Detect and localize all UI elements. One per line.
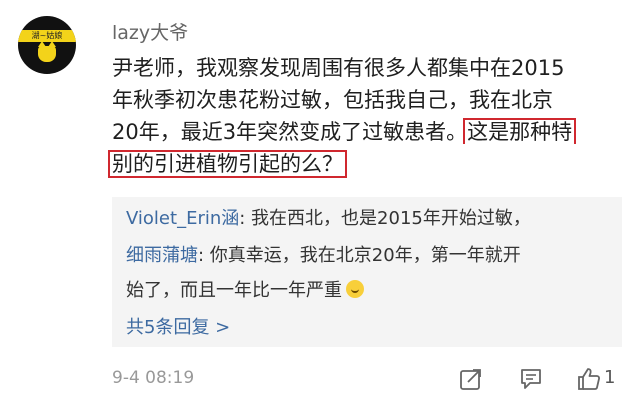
- thumbs-up-icon: [578, 368, 600, 390]
- reply-username[interactable]: Violet_Erin涵: [126, 208, 239, 229]
- comment-line: 尹老师，我观察发现周围有很多人都集中在2015: [112, 56, 565, 80]
- comment-line: 20年，最近3年突然变成了过敏患者。这是那种特: [112, 116, 622, 148]
- comment-button[interactable]: [518, 366, 544, 392]
- highlighted-text: 这是那种特: [463, 118, 577, 144]
- comment-line: 年秋季初次患花粉过敏，包括我自己，我在北京: [112, 88, 553, 112]
- highlighted-text: 别的引进植物引起的么？: [108, 150, 347, 178]
- like-button[interactable]: [576, 366, 602, 392]
- avatar[interactable]: 湖~姑娘: [18, 16, 76, 74]
- reply-username[interactable]: 细雨蒲塘: [126, 245, 198, 266]
- reply-text: : 你真幸运，我在北京20年，第一年就开: [198, 245, 521, 266]
- share-button[interactable]: [458, 366, 484, 392]
- emoji-icon: [346, 280, 364, 298]
- reply-item[interactable]: 细雨蒲塘: 你真幸运，我在北京20年，第一年就开: [126, 242, 521, 270]
- reply-item[interactable]: Violet_Erin涵: 我在西北，也是2015年开始过敏，: [126, 205, 531, 233]
- share-icon: [460, 369, 481, 390]
- comment-icon: [521, 369, 541, 389]
- comment-content: 尹老师，我观察发现周围有很多人都集中在2015 年秋季初次患花粉过敏，包括我自己…: [108, 52, 622, 180]
- replies-box: Violet_Erin涵: 我在西北，也是2015年开始过敏， 细雨蒲塘: 你真…: [112, 197, 622, 347]
- cat-icon: [38, 41, 56, 62]
- comment-line-text: 20年，最近3年突然变成了过敏患者。: [112, 120, 468, 144]
- reply-text: 始了，而且一年比一年严重: [126, 280, 342, 301]
- like-count: 1: [604, 367, 616, 388]
- more-replies-link[interactable]: 共5条回复 >: [126, 313, 230, 339]
- reply-text: : 我在西北，也是2015年开始过敏，: [239, 208, 531, 229]
- reply-item-continuation[interactable]: 始了，而且一年比一年严重: [126, 277, 364, 305]
- timestamp: 9-4 08:19: [112, 368, 195, 388]
- comment-line: 别的引进植物引起的么？: [108, 148, 622, 180]
- username[interactable]: lazy大爷: [112, 18, 188, 45]
- avatar-banner-text: 湖~姑娘: [18, 30, 76, 42]
